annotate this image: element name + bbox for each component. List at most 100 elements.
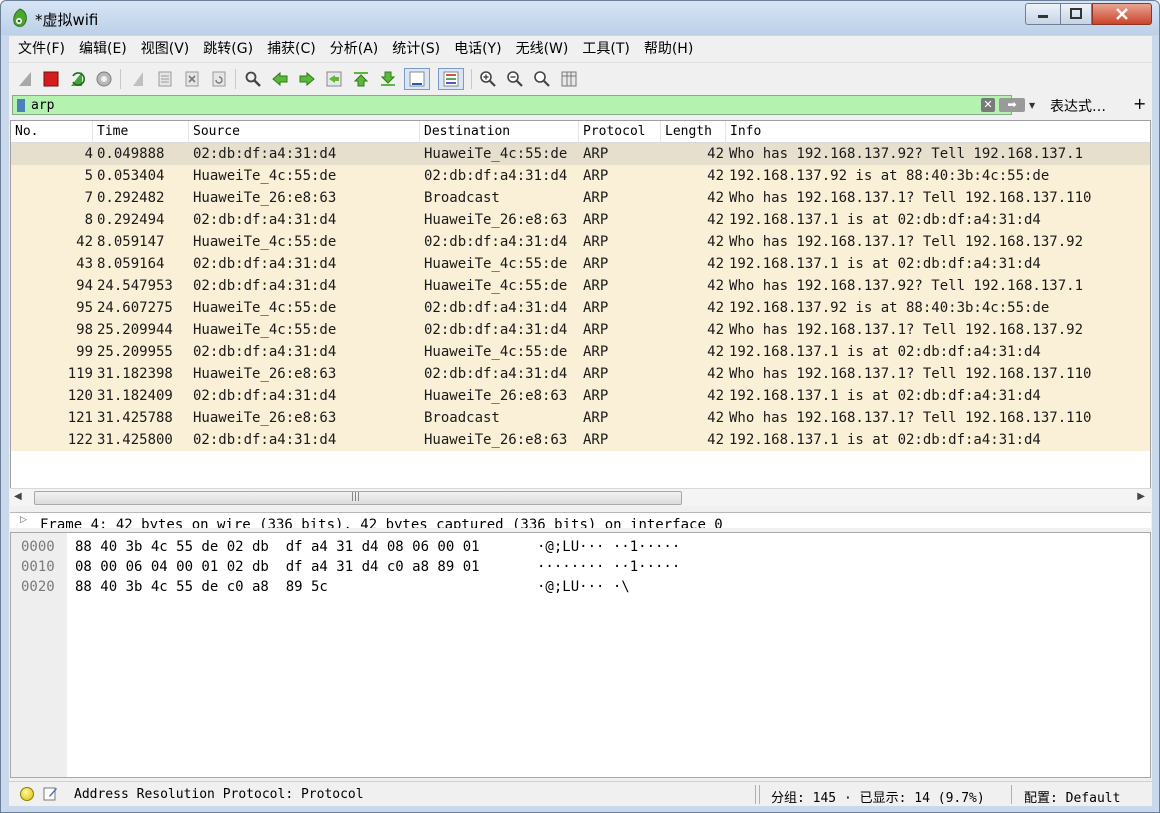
frame-summary-line[interactable]: Frame 4: 42 bytes on wire (336 bits), 42… bbox=[40, 517, 723, 528]
close-window-button[interactable] bbox=[1092, 3, 1152, 25]
stop-capture-icon[interactable] bbox=[40, 68, 62, 90]
zoom-out-icon[interactable] bbox=[504, 68, 526, 90]
packet-row[interactable]: 98 25.209944 HuaweiTe_4c:55:de 02:db:df:a4:… bbox=[11, 319, 1150, 341]
display-filter-field[interactable]: ✕ ➡ ▼ bbox=[12, 95, 1035, 115]
packet-row[interactable]: 119 31.182398 HuaweiTe_26:e8:63 02:db:df:a4… bbox=[11, 363, 1150, 385]
cell-destination: HuaweiTe_26:e8:63 bbox=[424, 212, 568, 228]
cell-time: 31.182409 bbox=[97, 388, 173, 404]
menu-file[interactable]: 文件(F) bbox=[11, 36, 72, 62]
menu-analyze[interactable]: 分析(A) bbox=[323, 36, 386, 62]
packet-row[interactable]: 99 25.209955 02:db:df:a4:31:d4 HuaweiTe_4c:… bbox=[11, 341, 1150, 363]
byte-ascii: ········ ··1····· bbox=[537, 559, 681, 575]
main-toolbar bbox=[9, 62, 1152, 94]
scroll-right-icon[interactable]: ▶ bbox=[1137, 491, 1145, 502]
auto-scroll-icon[interactable] bbox=[404, 68, 430, 90]
cell-source: 02:db:df:a4:31:d4 bbox=[193, 278, 337, 294]
title-bar[interactable]: *虚拟wifi bbox=[1, 1, 1159, 35]
resize-columns-icon[interactable] bbox=[558, 68, 580, 90]
cell-time: 31.425800 bbox=[97, 432, 173, 448]
display-filter-input[interactable] bbox=[31, 97, 971, 113]
menu-go[interactable]: 跳转(G) bbox=[196, 36, 260, 62]
open-file-icon[interactable] bbox=[127, 68, 149, 90]
menu-capture[interactable]: 捕获(C) bbox=[260, 36, 323, 62]
expand-arrow-icon[interactable]: ▷ bbox=[20, 515, 27, 525]
menu-wireless[interactable]: 无线(W) bbox=[509, 36, 576, 62]
go-first-icon[interactable] bbox=[350, 68, 372, 90]
save-file-icon[interactable] bbox=[154, 68, 176, 90]
packet-bytes-pane[interactable]: 0000 88 40 3b 4c 55 de 02 db df a4 31 d4 … bbox=[10, 532, 1151, 778]
menu-help[interactable]: 帮助(H) bbox=[637, 36, 700, 62]
grip-icon: ||| bbox=[351, 492, 361, 502]
close-file-icon[interactable] bbox=[181, 68, 203, 90]
menu-statistics[interactable]: 统计(S) bbox=[385, 36, 447, 62]
packet-row[interactable]: 122 31.425800 02:db:df:a4:31:d4 HuaweiTe_26… bbox=[11, 429, 1150, 451]
go-to-packet-icon[interactable] bbox=[323, 68, 345, 90]
minimize-button[interactable] bbox=[1025, 3, 1061, 25]
packet-row[interactable]: 42 8.059147 HuaweiTe_4c:55:de 02:db:df:a4:3… bbox=[11, 231, 1150, 253]
wireshark-app-icon bbox=[13, 8, 27, 27]
capture-comment-icon[interactable] bbox=[43, 786, 58, 801]
go-forward-icon[interactable] bbox=[296, 68, 318, 90]
column-header-no[interactable]: No. bbox=[11, 121, 93, 143]
cell-destination: Broadcast bbox=[424, 410, 500, 426]
expert-info-led-icon[interactable] bbox=[20, 787, 34, 801]
packet-list-hscrollbar[interactable]: ◀ ||| ▶ bbox=[10, 488, 1151, 506]
cell-length: 42 bbox=[707, 146, 724, 162]
scroll-left-icon[interactable]: ◀ bbox=[14, 491, 22, 502]
shark-fin-start-icon[interactable] bbox=[15, 68, 37, 90]
packet-row[interactable]: 120 31.182409 02:db:df:a4:31:d4 HuaweiTe_26… bbox=[11, 385, 1150, 407]
cell-info: Who has 192.168.137.1? Tell 192.168.137.… bbox=[729, 410, 1092, 426]
menu-view[interactable]: 视图(V) bbox=[134, 36, 197, 62]
packet-row[interactable]: 94 24.547953 02:db:df:a4:31:d4 HuaweiTe_4c:… bbox=[11, 275, 1150, 297]
restart-capture-icon[interactable] bbox=[66, 68, 88, 90]
packet-details-pane[interactable]: ▷ Frame 4: 42 bytes on wire (336 bits), … bbox=[10, 512, 1151, 528]
menu-tools[interactable]: 工具(T) bbox=[575, 36, 636, 62]
packet-row[interactable]: 121 31.425788 HuaweiTe_26:e8:63 Broadcast AR… bbox=[11, 407, 1150, 429]
cell-protocol: ARP bbox=[583, 146, 609, 162]
add-filter-button[interactable]: + bbox=[1133, 94, 1146, 113]
packet-row[interactable]: 43 8.059164 02:db:df:a4:31:d4 HuaweiTe_4c:5… bbox=[11, 253, 1150, 275]
apply-filter-icon[interactable]: ➡ bbox=[999, 98, 1025, 112]
byte-offset: 0000 bbox=[21, 539, 55, 555]
capture-options-icon[interactable] bbox=[93, 68, 115, 90]
cell-destination: HuaweiTe_26:e8:63 bbox=[424, 388, 568, 404]
filter-history-dropdown-icon[interactable]: ▼ bbox=[1029, 101, 1035, 110]
cell-length: 42 bbox=[707, 366, 724, 382]
column-header-time[interactable]: Time bbox=[93, 121, 189, 143]
packet-row[interactable]: 8 0.292494 02:db:df:a4:31:d4 HuaweiTe_26:e8… bbox=[11, 209, 1150, 231]
column-header-info[interactable]: Info bbox=[726, 121, 1150, 143]
column-header-protocol[interactable]: Protocol bbox=[579, 121, 661, 143]
cell-info: 192.168.137.1 is at 02:db:df:a4:31:d4 bbox=[729, 432, 1041, 448]
go-back-icon[interactable] bbox=[269, 68, 291, 90]
column-header-destination[interactable]: Destination bbox=[420, 121, 579, 143]
packet-row[interactable]: 5 0.053404 HuaweiTe_4c:55:de 02:db:df:a4:31… bbox=[11, 165, 1150, 187]
status-profile[interactable]: 配置: Default bbox=[1024, 787, 1120, 806]
maximize-button[interactable] bbox=[1060, 3, 1092, 25]
zoom-in-icon[interactable] bbox=[477, 68, 499, 90]
cell-destination: 02:db:df:a4:31:d4 bbox=[424, 300, 568, 316]
clear-filter-icon[interactable]: ✕ bbox=[981, 98, 995, 112]
packet-list-pane[interactable]: No. Time Source Destination Protocol Len… bbox=[10, 120, 1151, 490]
packet-row[interactable]: 4 0.049888 02:db:df:a4:31:d4 HuaweiTe_4c:55… bbox=[11, 143, 1150, 165]
hscroll-thumb[interactable]: ||| bbox=[34, 491, 682, 505]
find-packet-icon[interactable] bbox=[242, 68, 264, 90]
cell-no: 122 bbox=[67, 432, 93, 448]
packet-row[interactable]: 95 24.607275 HuaweiTe_4c:55:de 02:db:df:a4:… bbox=[11, 297, 1150, 319]
cell-length: 42 bbox=[707, 410, 724, 426]
cell-no: 43 bbox=[76, 256, 93, 272]
packet-row[interactable]: 7 0.292482 HuaweiTe_26:e8:63 Broadcast ARP 42… bbox=[11, 187, 1150, 209]
go-last-icon[interactable] bbox=[377, 68, 399, 90]
colorize-icon[interactable] bbox=[438, 68, 464, 90]
expression-button[interactable]: 表达式… bbox=[1050, 96, 1106, 116]
zoom-normal-icon[interactable] bbox=[531, 68, 553, 90]
menu-edit[interactable]: 编辑(E) bbox=[72, 36, 134, 62]
reload-file-icon[interactable] bbox=[208, 68, 230, 90]
cell-destination: 02:db:df:a4:31:d4 bbox=[424, 322, 568, 338]
column-header-length[interactable]: Length bbox=[661, 121, 726, 143]
bookmark-icon[interactable] bbox=[17, 99, 25, 112]
column-header-source[interactable]: Source bbox=[189, 121, 420, 143]
byte-hex: 08 00 06 04 00 01 02 db df a4 31 d4 c0 a… bbox=[75, 559, 480, 575]
packet-list-header: No. Time Source Destination Protocol Len… bbox=[11, 121, 1150, 143]
menu-telephony[interactable]: 电话(Y) bbox=[447, 36, 508, 62]
cell-length: 42 bbox=[707, 388, 724, 404]
